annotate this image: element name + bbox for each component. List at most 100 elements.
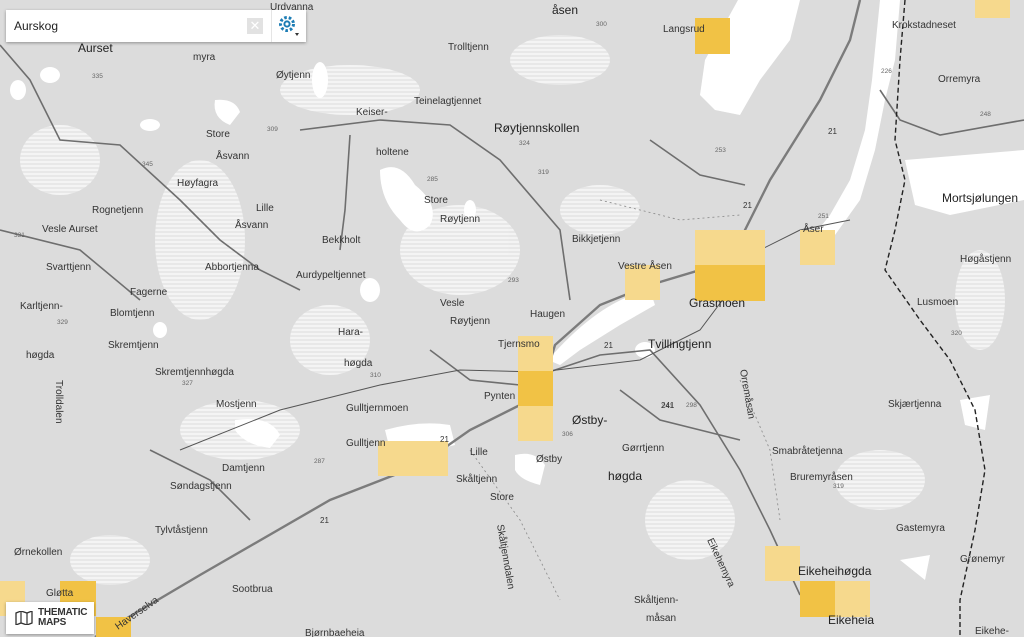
elevation-label: 319 — [538, 169, 549, 176]
place-label: Mortsjølungen — [942, 191, 1018, 205]
clear-search-button[interactable]: ✕ — [247, 18, 263, 34]
place-label: Skjærtjenna — [888, 399, 942, 410]
place-label: Røytjenn — [440, 214, 480, 225]
place-label: Trolltjenn — [448, 42, 489, 53]
place-label: høgda — [344, 358, 373, 369]
elevation-label: 285 — [427, 176, 438, 183]
elevation-label: 300 — [596, 21, 607, 28]
elevation-label: 309 — [267, 126, 278, 133]
road-number: 21 — [743, 201, 752, 210]
place-label: Tjernsmo — [498, 339, 540, 350]
elevation-label: 310 — [370, 372, 381, 379]
place-label: Skremtjenn — [108, 340, 159, 351]
place-label: Gulltjenn — [346, 438, 385, 449]
place-label: Eikeheihøgda — [798, 564, 872, 578]
place-label: Høyfagra — [177, 178, 219, 189]
place-label: Lusmoen — [917, 297, 958, 308]
place-label: Bruremyråsen — [790, 471, 853, 483]
place-label: Haugen — [530, 309, 565, 320]
place-label: åsen — [552, 3, 578, 17]
place-label: Søndagstjenn — [170, 481, 232, 492]
place-label: Bekkholt — [322, 235, 361, 246]
road-number: 21 — [320, 516, 329, 525]
place-label: Sootbrua — [232, 584, 273, 595]
place-label: Trolldalen — [53, 380, 64, 424]
elevation-label: 335 — [92, 73, 103, 80]
place-label: Store — [206, 129, 230, 140]
road-number: 21 — [440, 435, 449, 444]
place-label: Store — [490, 492, 514, 503]
road-number: 21 — [828, 127, 837, 136]
place-label: Vesle — [440, 298, 465, 309]
place-label: Øytjenn — [276, 70, 310, 81]
place-label: Tvillingtjenn — [648, 337, 711, 351]
elevation-label: 226 — [881, 68, 892, 75]
place-label: Blomtjenn — [110, 308, 154, 319]
place-label: Skåltjenn — [456, 473, 497, 485]
place-label: Abbortjenna — [205, 262, 259, 273]
thematic-maps-label: THEMATIC MAPS — [38, 608, 88, 628]
place-label: Keiser- — [356, 107, 388, 118]
place-label: Aurset — [78, 41, 113, 55]
place-label: Vestre Åsen — [618, 259, 672, 272]
place-label: Rognetjenn — [92, 205, 143, 216]
place-label: Orremyra — [938, 74, 981, 85]
elevation-label: 319 — [833, 483, 844, 490]
place-label: Gastemyra — [896, 523, 945, 534]
place-label: Ørnekollen — [14, 547, 62, 558]
elevation-label: 293 — [508, 277, 519, 284]
place-label: myra — [193, 52, 216, 63]
place-label: Høgåstjenn — [960, 253, 1011, 265]
place-label: Lille — [256, 203, 274, 214]
elevation-label: 345 — [142, 161, 153, 168]
close-icon: ✕ — [249, 18, 261, 33]
place-label: Skremtjennhøgda — [155, 367, 234, 378]
place-label: Grasmoen — [689, 296, 745, 310]
place-label: Bjørnbaeheia — [305, 628, 365, 637]
place-label: Røytjenn — [450, 316, 490, 327]
map-canvas[interactable]: Urdvanna Aurset myra Øytjenn Trolltjenn … — [0, 0, 1024, 637]
place-label: Teinelagtjennet — [414, 96, 481, 107]
place-label: Hara- — [338, 327, 363, 338]
search-bar: ✕ — [6, 10, 306, 42]
elevation-label: 329 — [57, 319, 68, 326]
place-label: Store — [424, 195, 448, 206]
place-label: Gulltjernmoen — [346, 403, 408, 414]
place-label: Grønemyr — [960, 554, 1006, 565]
search-settings-button[interactable] — [271, 10, 306, 42]
place-label: Mostjenn — [216, 399, 257, 410]
elevation-label: 320 — [951, 330, 962, 337]
search-input[interactable] — [6, 11, 247, 41]
place-label: Åsvann — [235, 218, 268, 231]
place-label: Åser — [803, 222, 824, 235]
gear-icon — [279, 16, 299, 36]
place-label: Røytjennskollen — [494, 121, 579, 135]
place-label: Skåltjenn- — [634, 594, 678, 606]
elevation-label: 306 — [562, 431, 573, 438]
place-label: Damtjenn — [222, 463, 265, 474]
place-label: Gørrtjenn — [622, 443, 664, 454]
map-icon — [15, 611, 33, 625]
place-label: Eikeheia — [828, 613, 874, 627]
place-label: Gløtta — [46, 588, 74, 599]
place-label: Langsrud — [663, 24, 705, 35]
elevation-label: 324 — [519, 140, 530, 147]
place-label: Østby — [536, 454, 562, 465]
place-label: holtene — [376, 147, 409, 158]
place-label: Bikkjetjenn — [572, 234, 620, 245]
place-label: Østby- — [572, 413, 607, 427]
place-label: Åsvann — [216, 149, 249, 162]
elevation-label: 331 — [14, 232, 25, 239]
elevation-label: 248 — [980, 111, 991, 118]
place-label: Karltjenn- — [20, 301, 63, 312]
thematic-label-line2: MAPS — [38, 617, 67, 628]
place-label: Vesle Aurset — [42, 224, 98, 235]
elevation-label: 253 — [715, 147, 726, 154]
place-label: høgda — [26, 350, 55, 361]
elevation-label: 251 — [818, 213, 829, 220]
place-label: Aurdypeltjennet — [296, 270, 366, 281]
place-label: Krokstadneset — [892, 20, 956, 31]
thematic-maps-button[interactable]: THEMATIC MAPS — [6, 602, 94, 634]
road-number: 21 — [604, 341, 613, 350]
place-label: Tylvtåstjenn — [155, 524, 208, 536]
